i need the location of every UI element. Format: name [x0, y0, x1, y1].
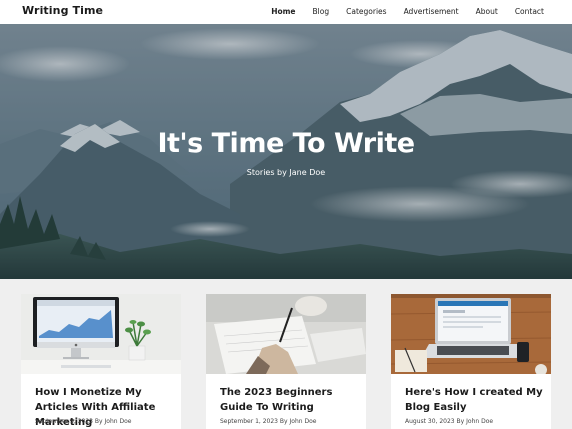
post-card[interactable]: The 2023 Beginners Guide To Writing Sept…: [206, 294, 366, 429]
top-nav: Writing Time Home Blog Categories Advert…: [0, 0, 572, 24]
nav-item-home[interactable]: Home: [271, 7, 295, 16]
post-meta: August 30, 2023 By John Doe: [405, 418, 493, 425]
post-thumbnail-writing[interactable]: [206, 294, 366, 374]
hero-subtitle: Stories by Jane Doe: [246, 168, 326, 177]
post-by: By: [94, 418, 103, 425]
nav-item-contact[interactable]: Contact: [515, 7, 544, 16]
site-logo[interactable]: Writing Time: [22, 4, 103, 17]
hero-banner: It's Time To Write Stories by Jane Doe: [0, 24, 572, 279]
post-date: September 1, 2023: [220, 418, 278, 425]
post-thumbnail-imac[interactable]: [21, 294, 181, 374]
post-meta: September 1, 2023 By John Doe: [220, 418, 316, 425]
post-author[interactable]: John Doe: [466, 418, 493, 425]
nav-item-blog[interactable]: Blog: [313, 7, 330, 16]
nav-item-categories[interactable]: Categories: [346, 7, 386, 16]
nav-item-advertisement[interactable]: Advertisement: [404, 7, 459, 16]
hero-title: It's Time To Write: [157, 128, 415, 159]
post-card[interactable]: Here's How I created My Blog Easily Augu…: [391, 294, 551, 429]
post-date: September 3, 2023: [35, 418, 93, 425]
post-author[interactable]: John Doe: [290, 418, 317, 425]
post-meta: September 3, 2023 By John Doe: [35, 418, 131, 425]
post-title[interactable]: Here's How I created My Blog Easily: [405, 385, 545, 415]
post-date: August 30, 2023: [405, 418, 455, 425]
post-by: By: [456, 418, 465, 425]
post-card[interactable]: How I Monetize My Articles With Affiliat…: [21, 294, 181, 429]
post-title[interactable]: The 2023 Beginners Guide To Writing: [220, 385, 360, 415]
main-menu: Home Blog Categories Advertisement About…: [254, 7, 544, 16]
nav-item-about[interactable]: About: [476, 7, 498, 16]
post-author[interactable]: John Doe: [105, 418, 132, 425]
post-by: By: [279, 418, 288, 425]
post-thumbnail-laptop[interactable]: [391, 294, 551, 374]
